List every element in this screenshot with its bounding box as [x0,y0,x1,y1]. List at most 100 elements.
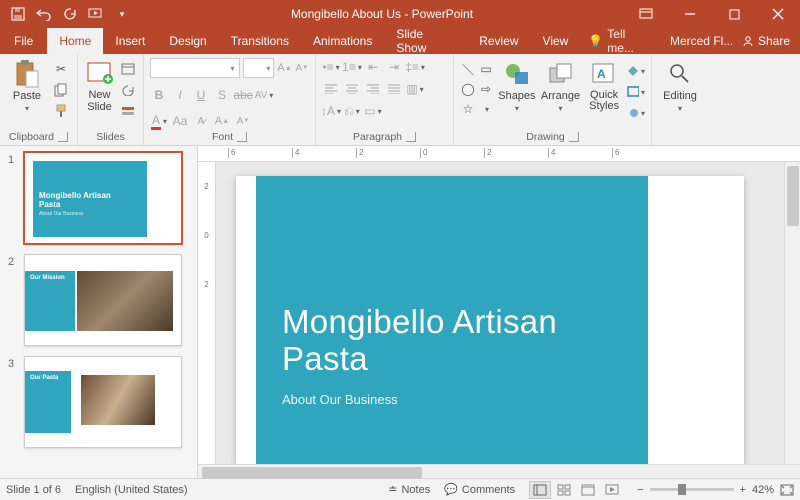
arrange-button[interactable]: Arrange▾ [540,58,581,113]
char-spacing-icon[interactable]: AV [255,86,273,104]
slide[interactable]: Mongibello Artisan Pasta About Our Busin… [236,176,744,464]
cut-icon[interactable]: ✂ [52,60,70,78]
shape-rect-icon[interactable]: ▭ [478,60,494,78]
tab-design[interactable]: Design [157,28,218,54]
horizontal-ruler[interactable]: 6 4 2 0 2 4 6 [198,146,800,162]
slide-subtitle[interactable]: About Our Business [282,392,398,407]
shapes-button[interactable]: Shapes▾ [498,58,536,113]
tab-slide-show[interactable]: Slide Show [384,28,467,54]
align-left-icon[interactable] [322,80,340,98]
shrink-font-icon[interactable]: A▼ [295,59,309,77]
slideshow-view-icon[interactable] [601,481,623,499]
numbering-icon[interactable]: 1≡ [343,58,361,76]
reset-slide-icon[interactable] [119,81,137,99]
shape-star-icon[interactable]: ☆ [460,100,476,118]
ribbon-display-icon[interactable] [624,0,668,28]
tab-file[interactable]: File [0,28,47,54]
thumbnail-1[interactable]: 1 Mongibello Artisan Pasta About Our Bus… [8,152,187,244]
paste-button[interactable]: Paste ▾ [6,58,48,113]
text-direction-icon[interactable]: ↕A [322,102,340,120]
increase-indent-icon[interactable]: ⇥ [385,58,403,76]
grow-font2-icon[interactable]: A▲ [213,112,231,130]
font-size-combo[interactable]: ▾ [243,58,275,78]
tab-animations[interactable]: Animations [301,28,384,54]
section-icon[interactable] [119,102,137,120]
shape-arrow-icon[interactable]: ⇨ [478,80,494,98]
vertical-scrollbar[interactable] [784,162,800,464]
shrink-font2-icon[interactable]: A▼ [234,112,252,130]
underline-icon[interactable]: U [192,86,210,104]
align-center-icon[interactable] [343,80,361,98]
notes-button[interactable]: ≐Notes [388,483,430,496]
zoom-slider-thumb[interactable] [678,484,686,495]
zoom-out-icon[interactable]: − [637,484,643,496]
tell-me-search[interactable]: 💡 Tell me... [580,28,662,54]
scrollbar-thumb[interactable] [202,467,422,479]
zoom-slider[interactable] [650,488,734,491]
thumbnail-slide[interactable]: Mongibello Artisan Pasta About Our Busin… [24,152,182,244]
reading-view-icon[interactable] [577,481,599,499]
justify-icon[interactable] [385,80,403,98]
maximize-icon[interactable] [712,0,756,28]
zoom-value[interactable]: 42% [752,484,774,496]
format-painter-icon[interactable] [52,102,70,120]
columns-icon[interactable]: ▥ [406,80,424,98]
paragraph-dialog-launcher-icon[interactable] [406,132,416,142]
zoom-in-icon[interactable]: + [740,484,746,496]
editing-button[interactable]: Editing▾ [658,58,702,113]
fit-to-window-icon[interactable] [780,484,794,496]
clipboard-dialog-launcher-icon[interactable] [58,132,68,142]
thumbnail-slide[interactable]: Our Pasta [24,356,182,448]
align-right-icon[interactable] [364,80,382,98]
undo-icon[interactable] [36,6,52,22]
minimize-icon[interactable] [668,0,712,28]
shape-line-icon[interactable]: ＼ [460,60,476,78]
tab-insert[interactable]: Insert [103,28,157,54]
slide-title[interactable]: Mongibello Artisan Pasta [282,304,557,378]
start-from-beginning-icon[interactable] [88,6,104,22]
bold-icon[interactable]: B [150,86,168,104]
slide-thumbnail-panel[interactable]: 1 Mongibello Artisan Pasta About Our Bus… [0,146,198,478]
slide-canvas[interactable]: Mongibello Artisan Pasta About Our Busin… [216,162,784,464]
redo-icon[interactable] [62,6,78,22]
signed-in-user[interactable]: Merced Fl... [662,28,732,54]
shape-effects-icon[interactable] [627,104,645,122]
change-case-icon[interactable]: Aa [171,112,189,130]
save-icon[interactable] [10,6,26,22]
italic-icon[interactable]: I [171,86,189,104]
slide-layout-icon[interactable] [119,60,137,78]
decrease-indent-icon[interactable]: ⇤ [364,58,382,76]
shapes-more-icon[interactable] [478,100,494,118]
line-spacing-icon[interactable]: ‡≡ [406,58,424,76]
clear-formatting-icon[interactable]: A̷ [192,112,210,130]
shadow-icon[interactable]: S [213,86,231,104]
close-icon[interactable] [756,0,800,28]
tab-view[interactable]: View [531,28,581,54]
quick-styles-button[interactable]: A Quick Styles [585,58,623,112]
thumbnail-2[interactable]: 2 Our Mission [8,254,187,346]
new-slide-button[interactable]: New Slide [84,58,115,113]
thumbnail-3[interactable]: 3 Our Pasta [8,356,187,448]
font-dialog-launcher-icon[interactable] [237,132,247,142]
tab-review[interactable]: Review [467,28,530,54]
strikethrough-icon[interactable]: abc [234,86,252,104]
shape-oval-icon[interactable]: ◯ [460,80,476,98]
qat-more-icon[interactable]: ▾ [114,6,130,22]
vertical-ruler[interactable]: 2 0 2 [198,162,216,464]
share-button[interactable]: Share [732,28,800,54]
grow-font-icon[interactable]: A▲ [277,59,291,77]
slide-counter[interactable]: Slide 1 of 6 [6,484,61,496]
shape-outline-icon[interactable] [627,83,645,101]
horizontal-scrollbar[interactable] [198,464,800,478]
bullets-icon[interactable]: •≡ [322,58,340,76]
align-text-icon[interactable]: ⎌ [343,102,361,120]
language-status[interactable]: English (United States) [75,484,188,496]
shape-fill-icon[interactable] [627,62,645,80]
comments-button[interactable]: 💬Comments [444,483,515,496]
drawing-dialog-launcher-icon[interactable] [569,132,579,142]
copy-icon[interactable] [52,81,70,99]
font-family-combo[interactable]: ▾ [150,58,240,78]
sorter-view-icon[interactable] [553,481,575,499]
normal-view-icon[interactable] [529,481,551,499]
scrollbar-thumb[interactable] [787,166,799,226]
